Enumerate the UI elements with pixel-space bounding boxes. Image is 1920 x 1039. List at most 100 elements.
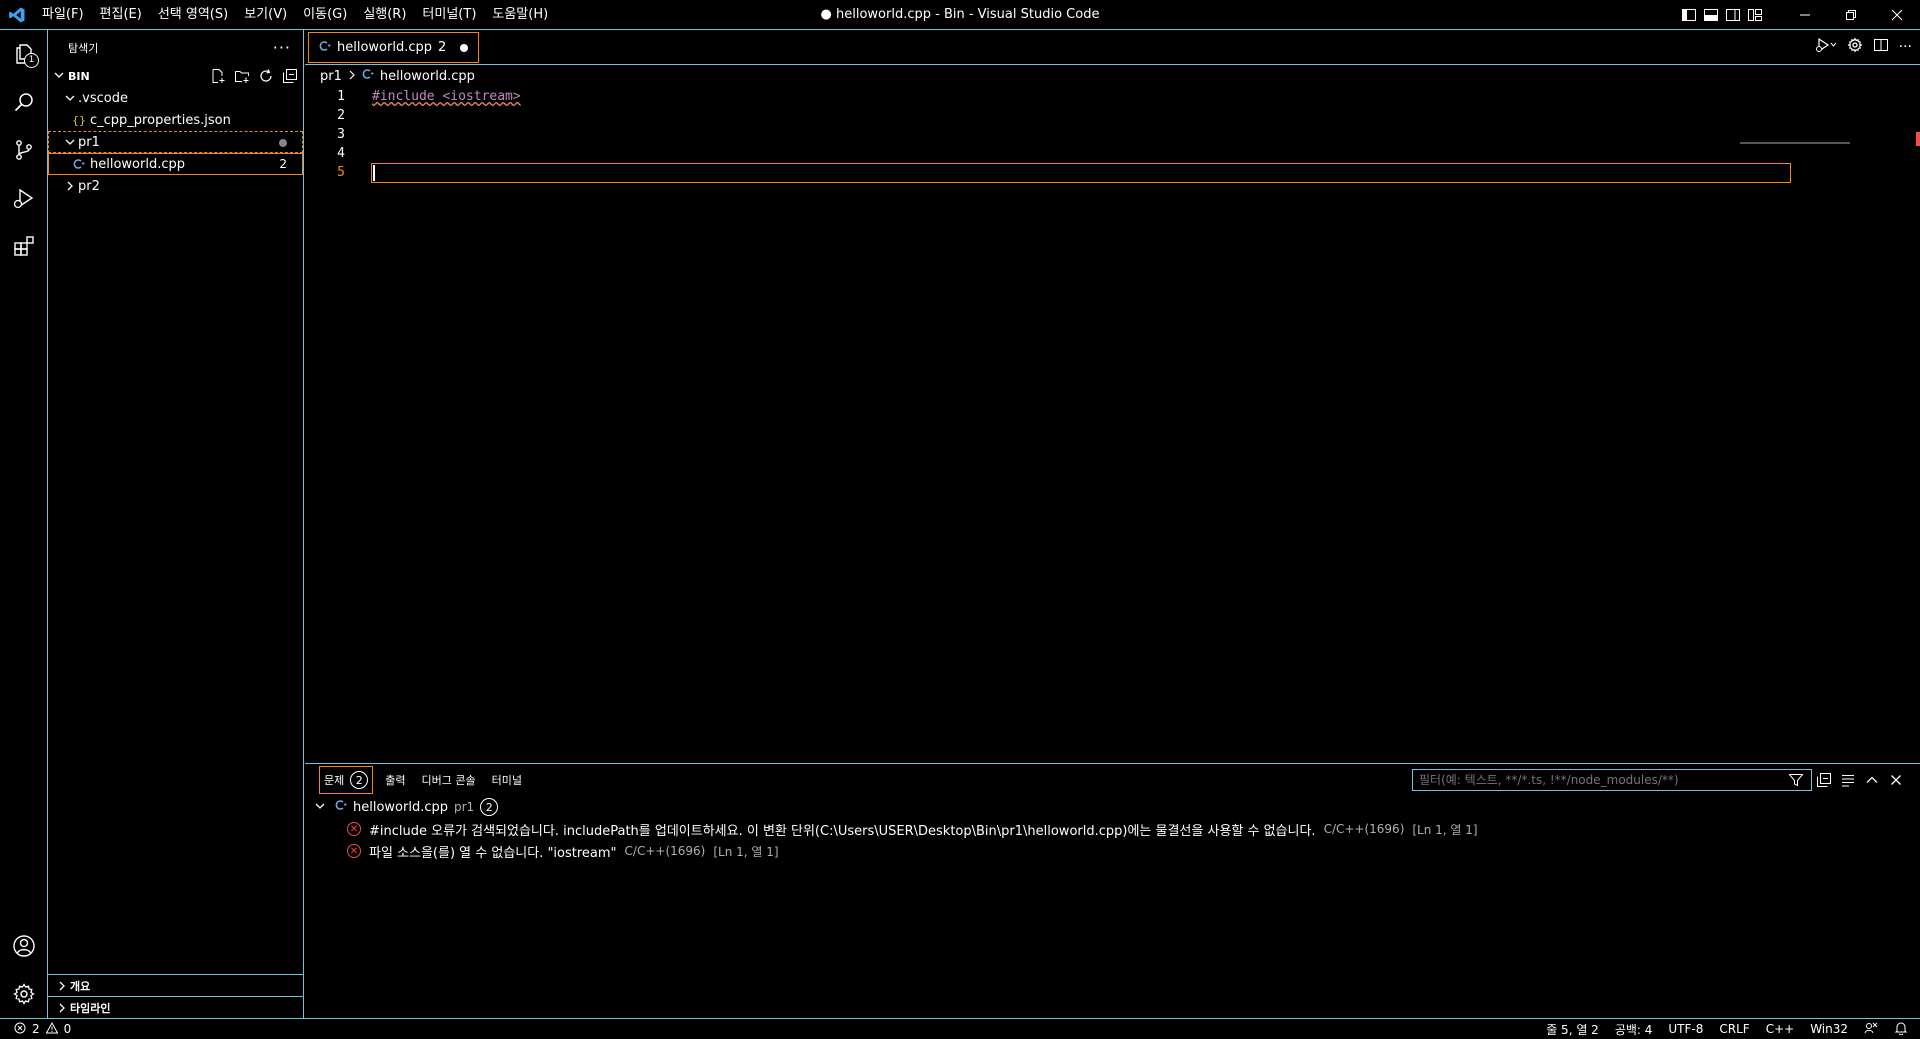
feedback-icon[interactable] [1864,1021,1878,1038]
cursor-position-status[interactable]: 줄 5, 열 2 [1546,1021,1599,1038]
line-number: 1 [337,89,345,104]
manage-activity[interactable] [0,970,48,1018]
collapse-all-icon [1817,773,1831,787]
editor-more-actions-button[interactable]: ··· [1899,39,1912,55]
explorer-sidebar: 탐색기 ··· BIN .vscode {} c_cpp_properties.… [48,30,304,1018]
toggle-secondary-sidebar-icon[interactable] [1724,6,1742,24]
restore-button[interactable] [1828,0,1874,30]
cpp-file-icon [70,158,88,170]
tree-folder-label: pr2 [78,178,100,194]
problem-source: C/C++(1696) [1323,822,1405,836]
editor-area: helloworld.cpp 2 ··· pr1 helloworld.cpp [305,30,1920,763]
run-debug-icon [13,188,34,209]
tree-file-helloworld-cpp[interactable]: helloworld.cpp 2 [48,153,303,175]
explorer-badge: 1 [24,53,39,68]
problems-file-group[interactable]: helloworld.cpp pr1 2 [305,796,1920,818]
sidebar-title: 탐색기 [68,41,99,55]
menu-file[interactable]: 파일(F) [34,0,92,30]
chevron-right-icon [348,69,356,84]
error-scroll-marker [1916,132,1920,146]
menu-run[interactable]: 실행(R) [355,0,414,30]
chevron-down-icon [54,70,64,83]
code-editor[interactable]: 1 #include <iostream> 2 3 4 5 [305,87,1920,183]
run-debug-activity[interactable] [0,174,48,222]
unsaved-dot-icon[interactable] [460,43,469,52]
line-number: 3 [337,127,345,142]
outline-section-header[interactable]: 개요 [48,974,303,996]
split-editor-icon [1873,39,1888,51]
run-cpp-file-button[interactable] [1815,37,1837,57]
menu-terminal[interactable]: 터미널(T) [414,0,484,30]
chevron-up-icon [1866,776,1878,783]
refresh-icon [260,69,272,82]
notifications-bell-icon[interactable] [1894,1021,1908,1038]
minimap[interactable] [1740,142,1850,144]
menu-edit[interactable]: 편집(E) [92,0,150,30]
menu-help[interactable]: 도움말(H) [484,0,556,30]
vscode-logo-icon [0,0,34,30]
explorer-more-actions-button[interactable]: ··· [273,38,291,57]
breadcrumb-folder[interactable]: pr1 [320,69,342,84]
problems-filter-input[interactable] [1412,769,1812,791]
cpp-file-icon [319,40,331,56]
problem-location: [Ln 1, 열 1] [713,844,779,859]
explorer-activity[interactable]: 1 [0,30,48,78]
list-icon [1842,775,1854,787]
tree-file-label: helloworld.cpp [90,156,185,172]
error-icon: ✕ [347,822,361,836]
workspace-root-header[interactable]: BIN [48,65,303,87]
tab-debug-console-label: 디버그 콘솔 [421,774,476,787]
menu-go[interactable]: 이동(G) [295,0,355,30]
eol-status[interactable]: CRLF [1719,1022,1749,1036]
menu-selection[interactable]: 선택 영역(S) [150,0,236,30]
customize-layout-icon[interactable] [1746,6,1764,24]
timeline-section-header[interactable]: 타임라인 [48,996,303,1018]
collapse-all-icon [283,69,297,83]
new-folder-button[interactable] [233,67,251,85]
platform-status[interactable]: Win32 [1810,1022,1848,1036]
collapse-folders-button[interactable] [281,67,299,85]
new-file-button[interactable] [209,67,227,85]
maximize-panel-button[interactable] [1864,772,1880,792]
tab-problem-count: 2 [438,40,447,55]
close-window-button[interactable] [1874,0,1920,30]
accounts-activity[interactable] [0,922,48,970]
refresh-explorer-button[interactable] [257,67,275,85]
indentation-status[interactable]: 공백: 4 [1615,1021,1653,1038]
collapse-all-button[interactable] [1816,772,1832,792]
tab-terminal[interactable]: 터미널 [488,768,526,792]
view-as-table-button[interactable] [1840,772,1856,792]
tab-helloworld-cpp[interactable]: helloworld.cpp 2 [308,32,480,63]
problem-message: #include 오류가 검색되었습니다. includePath를 업데이트하… [369,823,1316,839]
code-line: 4 [305,144,1920,163]
tree-folder-pr2[interactable]: pr2 [48,175,303,197]
source-control-icon [16,140,32,160]
filter-icon[interactable] [1788,772,1804,792]
breadcrumb-file[interactable]: helloworld.cpp [380,69,475,84]
tree-folder-vscode[interactable]: .vscode [48,87,303,109]
settings-gear-button[interactable] [1847,37,1863,57]
problem-item[interactable]: ✕ 파일 소스을(를) 열 수 없습니다. "iostream" C/C++(1… [305,840,1920,862]
cpp-file-icon [335,799,347,815]
extensions-activity[interactable] [0,222,48,270]
menu-view[interactable]: 보기(V) [236,0,295,30]
split-editor-button[interactable] [1873,37,1889,57]
tab-problems[interactable]: 문제 2 [319,766,374,794]
tab-output-label: 출력 [385,774,406,787]
tree-file-c-cpp-properties[interactable]: {} c_cpp_properties.json [48,109,303,131]
problem-item[interactable]: ✕ #include 오류가 검색되었습니다. includePath를 업데이… [305,818,1920,840]
toggle-panel-icon[interactable] [1702,6,1720,24]
close-panel-button[interactable] [1888,772,1904,792]
chevron-right-icon [54,1003,70,1013]
search-activity[interactable] [0,78,48,126]
tree-folder-pr1[interactable]: pr1 [48,131,303,153]
language-mode-status[interactable]: C++ [1766,1022,1795,1036]
source-control-activity[interactable] [0,126,48,174]
tab-output[interactable]: 출력 [381,768,409,792]
problems-file-folder: pr1 [454,800,475,814]
encoding-status[interactable]: UTF-8 [1668,1022,1703,1036]
tab-debug-console[interactable]: 디버그 콘솔 [418,768,480,792]
problems-status[interactable]: 2 0 [0,1021,71,1037]
minimize-button[interactable] [1782,0,1828,30]
toggle-primary-sidebar-icon[interactable] [1680,6,1698,24]
